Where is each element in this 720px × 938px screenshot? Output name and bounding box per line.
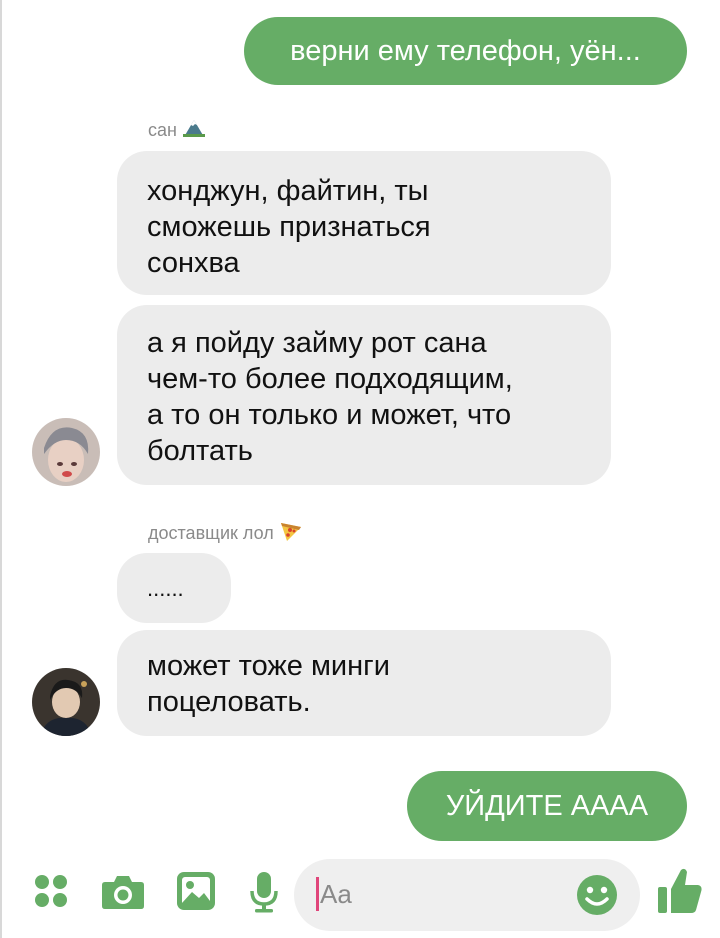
message-line: сможешь признаться: [147, 211, 431, 243]
message-composer: Aa: [0, 845, 720, 935]
pizza-emoji-icon: [280, 523, 301, 541]
camera-icon[interactable]: [101, 872, 145, 910]
sender-name-label: сан: [148, 120, 177, 140]
message-line: сонхва: [147, 247, 240, 279]
message-line: поцеловать.: [147, 686, 311, 718]
gallery-icon[interactable]: [176, 871, 216, 911]
emoji-icon[interactable]: [576, 874, 618, 916]
outgoing-message-bubble[interactable]: верни ему телефон, уён...: [244, 17, 687, 85]
message-text: УЙДИТЕ АААА: [445, 790, 649, 822]
like-icon[interactable]: [657, 867, 703, 915]
message-line: а я пойду займу рот сана: [147, 327, 487, 359]
message-line: болтать: [147, 435, 253, 467]
sender-name-courier: доставщик лол: [148, 520, 303, 544]
message-input-placeholder: Aa: [320, 879, 352, 909]
text-caret: [316, 877, 319, 911]
incoming-message-bubble[interactable]: хонджун, файтин, ты сможешь признаться с…: [117, 151, 611, 295]
message-line: хонджун, файтин, ты: [147, 175, 429, 207]
sender-name-san: сан: [148, 118, 206, 141]
message-text: верни ему телефон, уён...: [290, 35, 641, 67]
message-line: а то он только и может, что: [147, 399, 512, 431]
apps-icon[interactable]: [34, 874, 68, 908]
message-input[interactable]: Aa: [294, 859, 640, 931]
message-line: может тоже минги: [147, 650, 390, 682]
avatar-san[interactable]: [32, 418, 100, 486]
incoming-message-bubble[interactable]: ......: [117, 553, 231, 623]
outgoing-message-bubble[interactable]: УЙДИТЕ АААА: [407, 771, 687, 841]
message-line: чем-то более подходящим,: [147, 363, 513, 395]
mountain-emoji-icon: [182, 120, 205, 137]
avatar-courier[interactable]: [32, 668, 100, 736]
incoming-message-bubble[interactable]: может тоже минги поцеловать.: [117, 630, 611, 736]
message-text: ......: [147, 576, 184, 601]
microphone-icon[interactable]: [250, 871, 278, 913]
incoming-message-bubble[interactable]: а я пойду займу рот сана чем-то более по…: [117, 305, 611, 485]
window-left-border: [0, 0, 2, 938]
sender-name-label: доставщик лол: [148, 523, 274, 543]
